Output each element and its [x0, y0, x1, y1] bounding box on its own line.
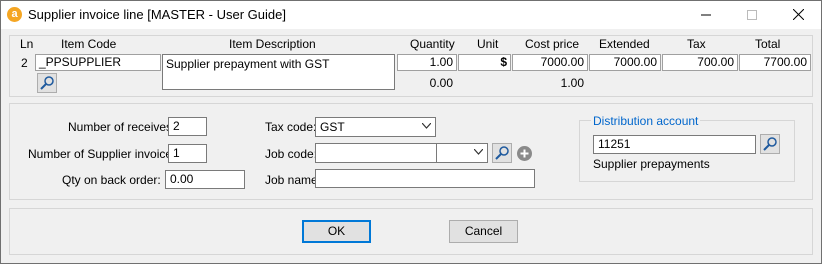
header-unit: Unit [477, 37, 499, 51]
job-code-label: Job code: [265, 147, 318, 161]
header-item-description: Item Description [229, 37, 316, 51]
back-order-field[interactable]: 0.00 [165, 170, 245, 189]
item-code-lookup-button[interactable] [37, 73, 57, 93]
tax-code-label: Tax code: [265, 120, 317, 134]
item-code-cell[interactable]: _PPSUPPLIER [35, 54, 161, 71]
window-title: Supplier invoice line [MASTER - User Gui… [28, 7, 286, 22]
cancel-button[interactable]: Cancel [449, 220, 518, 243]
quantity-total: 0.00 [429, 76, 453, 90]
cost-price-total: 1.00 [560, 76, 584, 90]
header-item-code: Item Code [61, 37, 117, 51]
distribution-lookup-button[interactable] [760, 134, 780, 154]
back-order-label: Qty on back order: [62, 173, 161, 187]
supplier-invoices-field[interactable]: 1 [168, 144, 207, 163]
row-ln: 2 [21, 56, 28, 70]
job-code-dropdown[interactable] [436, 143, 488, 163]
unit-cell[interactable]: $ [458, 54, 511, 71]
minimize-icon [701, 14, 711, 16]
magnifier-icon [763, 137, 777, 151]
tax-code-value: GST [320, 120, 345, 134]
item-description-cell[interactable]: Supplier prepayment with GST [162, 54, 395, 90]
chevron-down-icon [474, 149, 483, 155]
job-code-lookup-button[interactable] [492, 143, 512, 163]
ok-button[interactable]: OK [302, 220, 371, 243]
magnifier-icon [40, 76, 54, 90]
header-extended: Extended [599, 37, 650, 51]
title-bar: a Supplier invoice line [MASTER - User G… [1, 1, 821, 29]
plus-circle-icon [517, 146, 532, 161]
button-panel [9, 208, 813, 255]
close-button[interactable] [775, 1, 821, 29]
tax-code-select[interactable]: GST [315, 117, 436, 137]
job-name-field[interactable] [315, 169, 535, 188]
header-cost-price: Cost price [525, 37, 580, 51]
header-total: Total [755, 37, 781, 51]
quantity-cell[interactable]: 1.00 [397, 54, 457, 71]
header-ln: Ln [20, 37, 34, 51]
job-code-field[interactable] [315, 143, 437, 163]
header-quantity: Quantity [410, 37, 455, 51]
header-tax: Tax [687, 37, 706, 51]
cost-price-cell[interactable]: 7000.00 [512, 54, 588, 71]
supplier-invoices-label: Number of Supplier invoices: [28, 147, 182, 161]
receives-field[interactable]: 2 [168, 117, 207, 136]
receives-label: Number of receives: [68, 120, 176, 134]
extended-cell[interactable]: 7000.00 [589, 54, 661, 71]
distribution-account-name: Supplier prepayments [593, 157, 710, 171]
distribution-account-label[interactable]: Distribution account [591, 114, 701, 128]
minimize-button[interactable] [683, 1, 729, 29]
total-cell[interactable]: 7700.00 [739, 54, 811, 71]
distribution-account-field[interactable]: 11251 [593, 135, 756, 154]
app-logo-icon: a [7, 7, 22, 22]
magnifier-icon [495, 146, 509, 160]
maximize-button [729, 1, 775, 29]
job-name-label: Job name: [265, 173, 322, 187]
close-icon [792, 8, 804, 21]
dialog-window: a Supplier invoice line [MASTER - User G… [0, 0, 822, 264]
add-job-button[interactable] [516, 145, 533, 162]
chevron-down-icon [422, 123, 431, 129]
tax-cell[interactable]: 700.00 [662, 54, 738, 71]
maximize-icon [747, 10, 757, 20]
